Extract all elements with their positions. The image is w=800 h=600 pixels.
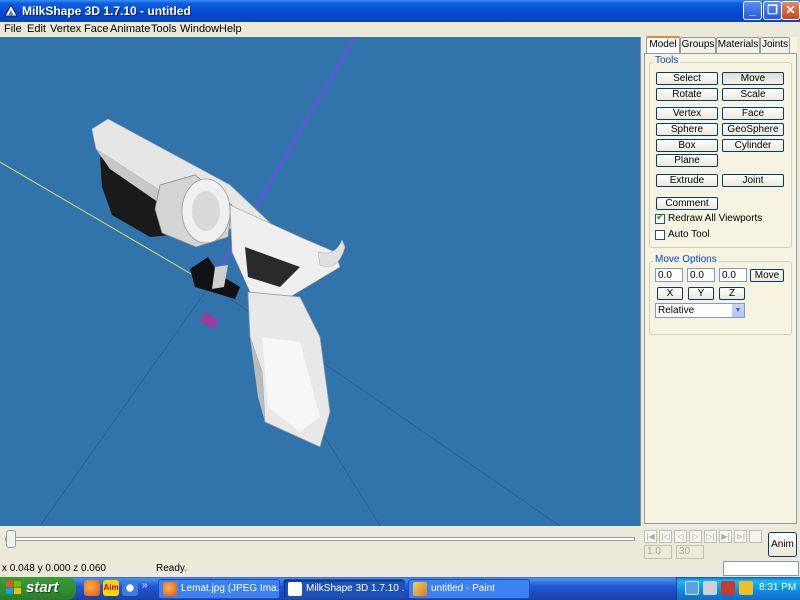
face-tool-button[interactable]: Face <box>722 107 784 120</box>
axis-y-toggle[interactable]: Y <box>688 287 714 300</box>
window-title: MilkShape 3D 1.7.10 - untitled <box>22 4 191 18</box>
loop-button[interactable] <box>749 530 762 543</box>
move-apply-button[interactable]: Move <box>750 269 784 282</box>
start-label: start <box>26 579 59 596</box>
title-bar[interactable]: MilkShape 3D 1.7.10 - untitled _ ❐ ✕ <box>0 0 800 22</box>
redraw-all-viewports-label: Redraw All Viewports <box>668 213 763 224</box>
move-tool-button[interactable]: Move <box>722 72 784 85</box>
minimize-button[interactable]: _ <box>743 1 762 20</box>
aim-icon[interactable]: Aim <box>103 580 119 596</box>
status-field <box>723 561 799 576</box>
milkshape-window: MilkShape 3D 1.7.10 - untitled _ ❐ ✕ Fil… <box>0 0 800 600</box>
start-frame-field[interactable]: 1.0 <box>644 545 672 559</box>
tools-group-label: Tools <box>653 55 681 66</box>
move-mode-value: Relative <box>658 305 695 316</box>
sphere-tool-button[interactable]: Sphere <box>656 123 718 136</box>
task-label: untitled - Paint <box>431 583 495 594</box>
prev-frame-button[interactable]: ◁ <box>674 530 687 543</box>
prev-key-button[interactable]: |◁ <box>659 530 672 543</box>
select-tool-button[interactable]: Select <box>656 72 718 85</box>
frame-slider-track[interactable] <box>5 537 635 541</box>
box-tool-button[interactable]: Box <box>656 139 718 152</box>
comment-button[interactable]: Comment <box>656 197 718 210</box>
task-label: MilkShape 3D 1.7.10 ... <box>306 583 405 594</box>
move-z-field[interactable] <box>719 268 747 282</box>
plane-tool-button[interactable]: Plane <box>656 154 718 167</box>
model-panel: Model Groups Materials Joints Tools Sele… <box>644 36 797 524</box>
status-message: Ready. <box>156 563 187 574</box>
firefox-icon[interactable] <box>84 580 100 596</box>
task-milkshape[interactable]: MilkShape 3D 1.7.10 ... <box>283 579 405 599</box>
update-icon[interactable] <box>739 581 753 595</box>
first-frame-button[interactable]: |◀ <box>644 530 657 543</box>
menu-bar: File Edit Vertex Face Animate Tools Wind… <box>0 22 800 36</box>
extrude-tool-button[interactable]: Extrude <box>656 174 718 187</box>
cylinder-tool-button[interactable]: Cylinder <box>722 139 784 152</box>
start-button[interactable]: start <box>0 577 76 600</box>
play-button[interactable]: ▷ <box>689 530 702 543</box>
system-tray: 8:31 PM <box>676 577 800 600</box>
task-paint[interactable]: untitled - Paint <box>408 579 530 599</box>
menu-help[interactable]: Help <box>219 22 242 36</box>
axis-z-toggle[interactable]: Z <box>719 287 745 300</box>
quick-launch-overflow[interactable]: » <box>142 580 148 591</box>
menu-vertex[interactable]: Vertex <box>50 22 81 36</box>
close-button[interactable]: ✕ <box>781 1 800 20</box>
redraw-all-viewports-checkbox[interactable] <box>655 212 665 224</box>
milkshape-app-icon[interactable] <box>3 3 19 19</box>
chat-icon[interactable] <box>122 580 138 596</box>
model-tab-body: Tools Select Move Rotate Scale Vertex Fa… <box>644 53 797 524</box>
next-key-button[interactable]: ▶| <box>719 530 732 543</box>
menu-tools[interactable]: Tools <box>151 22 177 36</box>
joint-tool-button[interactable]: Joint <box>722 174 784 187</box>
grid-guide-line <box>39 284 211 526</box>
chevron-down-icon[interactable]: ▼ <box>731 304 744 317</box>
taskbar: start Aim » Lemat.jpg (JPEG Ima... MilkS… <box>0 577 800 600</box>
end-frame-field[interactable]: 30 <box>676 545 704 559</box>
scale-tool-button[interactable]: Scale <box>722 88 784 101</box>
geosphere-tool-button[interactable]: GeoSphere <box>722 123 784 136</box>
firefox-icon <box>163 582 177 596</box>
menu-file[interactable]: File <box>4 22 22 36</box>
windows-flag-icon <box>6 581 21 594</box>
taskbar-clock: 8:31 PM <box>759 582 797 593</box>
rotate-tool-button[interactable]: Rotate <box>656 88 718 101</box>
menu-edit[interactable]: Edit <box>27 22 46 36</box>
3d-viewport[interactable] <box>0 37 641 526</box>
viewport-scene <box>0 37 561 526</box>
auto-tool-label: Auto Tool <box>668 229 710 240</box>
tab-model[interactable]: Model <box>646 36 680 53</box>
task-label: Lemat.jpg (JPEG Ima... <box>181 583 280 594</box>
security-icon[interactable] <box>721 581 735 595</box>
auto-tool-checkbox[interactable] <box>655 230 665 240</box>
maximize-button[interactable]: ❐ <box>763 1 782 20</box>
move-mode-select[interactable]: Relative ▼ <box>655 303 745 318</box>
tab-groups[interactable]: Groups <box>680 37 716 53</box>
frame-slider-thumb[interactable] <box>6 530 16 548</box>
tab-materials[interactable]: Materials <box>716 37 760 53</box>
animation-timeline: |◀ |◁ ◁ ▷ ▷| ▶| ⊳| 1.0 30 Anim <box>0 527 800 561</box>
move-options-label: Move Options <box>653 254 719 265</box>
paint-icon <box>413 582 427 596</box>
move-x-field[interactable] <box>655 268 683 282</box>
task-lemat-jpg[interactable]: Lemat.jpg (JPEG Ima... <box>158 579 280 599</box>
last-frame-button[interactable]: ⊳| <box>734 530 747 543</box>
menu-window[interactable]: Window <box>180 22 219 36</box>
milkshape-app-icon <box>288 582 302 596</box>
menu-face[interactable]: Face <box>84 22 108 36</box>
next-frame-button[interactable]: ▷| <box>704 530 717 543</box>
menu-animate[interactable]: Animate <box>110 22 150 36</box>
anim-mode-button[interactable]: Anim <box>768 532 797 557</box>
cursor-coordinates: x 0.048 y 0.000 z 0.060 <box>2 563 106 574</box>
volume-icon[interactable] <box>703 581 717 595</box>
status-bar: x 0.048 y 0.000 z 0.060 Ready. <box>0 561 800 577</box>
network-icon[interactable] <box>685 581 699 595</box>
move-y-field[interactable] <box>687 268 715 282</box>
vertex-tool-button[interactable]: Vertex <box>656 107 718 120</box>
axis-x-toggle[interactable]: X <box>657 287 683 300</box>
tab-joints[interactable]: Joints <box>760 37 790 53</box>
